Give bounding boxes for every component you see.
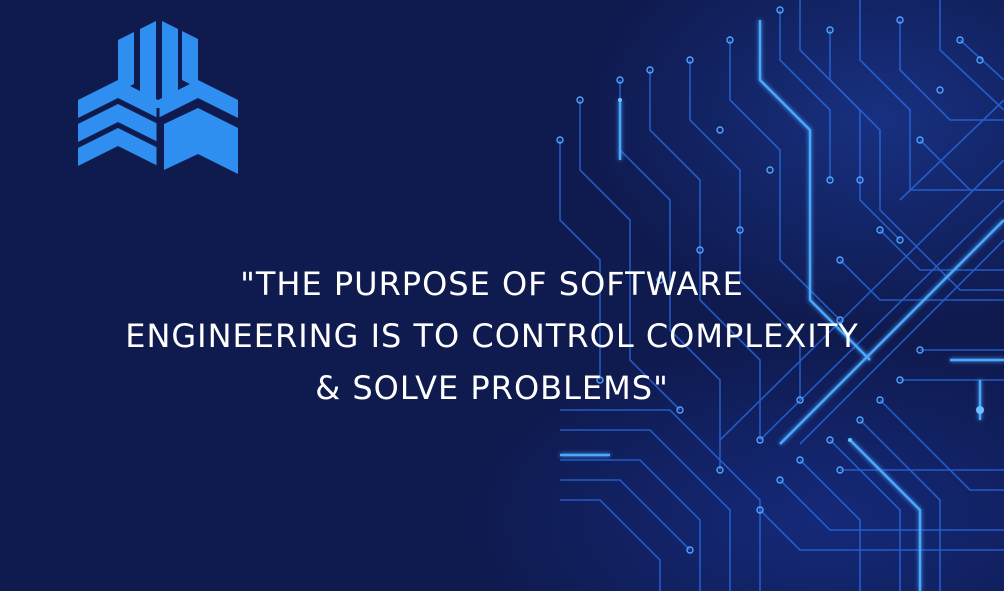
- quote-line-1: "THE PURPOSE OF SOFTWARE: [240, 265, 744, 303]
- quote-line-2: ENGINEERING IS TO CONTROL COMPLEXITY: [125, 317, 859, 355]
- banner-canvas: "THE PURPOSE OF SOFTWARE ENGINEERING IS …: [0, 0, 1004, 591]
- quote-line-3: & SOLVE PROBLEMS": [315, 369, 669, 407]
- cube-logo-icon: [78, 21, 238, 174]
- quote-text: "THE PURPOSE OF SOFTWARE ENGINEERING IS …: [20, 258, 964, 414]
